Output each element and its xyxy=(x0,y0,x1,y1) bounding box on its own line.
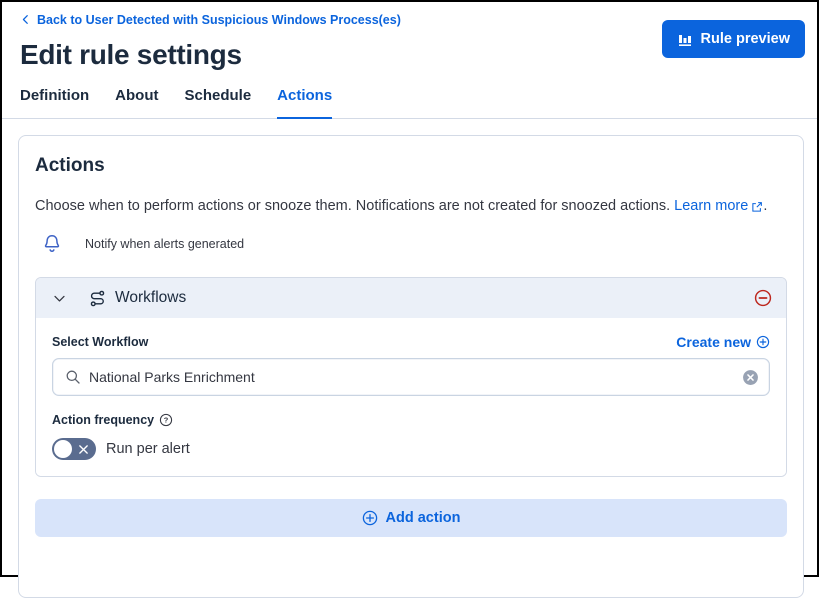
tab-actions[interactable]: Actions xyxy=(277,87,332,119)
workflows-accordion-header[interactable]: Workflows xyxy=(36,278,786,318)
notify-label: Notify when alerts generated xyxy=(85,237,244,251)
actions-heading: Actions xyxy=(35,155,787,177)
workflows-panel: Workflows Select Workflow Create new xyxy=(35,277,787,477)
page-header: Back to User Detected with Suspicious Wi… xyxy=(2,2,817,71)
back-link-label: Back to User Detected with Suspicious Wi… xyxy=(37,13,401,27)
workflow-icon xyxy=(89,290,106,307)
toggle-x-icon xyxy=(77,443,90,456)
tab-schedule[interactable]: Schedule xyxy=(184,87,251,119)
actions-description: Choose when to perform actions or snooze… xyxy=(35,196,787,217)
run-per-alert-row: Run per alert xyxy=(52,438,770,460)
workflow-search-field xyxy=(52,358,770,396)
remove-action-button[interactable] xyxy=(754,289,772,307)
run-per-alert-label: Run per alert xyxy=(106,441,190,457)
workflows-title: Workflows xyxy=(115,289,186,307)
notify-row: Notify when alerts generated xyxy=(35,234,787,254)
description-period: . xyxy=(763,198,767,214)
search-icon xyxy=(65,369,81,385)
learn-more-label: Learn more xyxy=(674,196,748,217)
actions-description-text: Choose when to perform actions or snooze… xyxy=(35,198,670,214)
clear-search-button[interactable] xyxy=(742,369,759,386)
learn-more-link[interactable]: Learn more xyxy=(674,196,763,217)
action-frequency-text: Action frequency xyxy=(52,413,154,427)
back-link[interactable]: Back to User Detected with Suspicious Wi… xyxy=(20,13,401,27)
bar-chart-icon xyxy=(677,31,693,47)
workflow-search-input[interactable] xyxy=(89,369,742,385)
rule-preview-button[interactable]: Rule preview xyxy=(662,20,805,58)
clear-icon xyxy=(742,369,759,386)
select-workflow-row: Select Workflow Create new xyxy=(52,334,770,350)
action-frequency-label: Action frequency ? xyxy=(52,413,173,427)
svg-text:?: ? xyxy=(164,416,169,425)
tab-bar: Definition About Schedule Actions xyxy=(2,87,817,119)
tab-definition[interactable]: Definition xyxy=(20,87,89,119)
chevron-left-icon xyxy=(20,14,31,25)
plus-circle-icon xyxy=(756,335,770,349)
toggle-knob xyxy=(54,440,72,458)
tab-about[interactable]: About xyxy=(115,87,158,119)
create-new-link[interactable]: Create new xyxy=(676,334,770,350)
chevron-down-icon xyxy=(53,292,66,305)
run-per-alert-toggle[interactable] xyxy=(52,438,96,460)
create-new-label: Create new xyxy=(676,334,751,350)
bell-icon xyxy=(43,234,61,254)
question-circle-icon[interactable]: ? xyxy=(159,413,173,427)
actions-card: Actions Choose when to perform actions o… xyxy=(18,135,804,598)
rule-preview-label: Rule preview xyxy=(701,31,790,47)
add-action-label: Add action xyxy=(386,510,461,526)
workflows-panel-body: Select Workflow Create new xyxy=(36,318,786,476)
add-action-button[interactable]: Add action xyxy=(35,499,787,537)
plus-circle-icon xyxy=(362,510,378,526)
minus-circle-icon xyxy=(754,289,772,307)
external-link-icon xyxy=(751,201,763,213)
select-workflow-label: Select Workflow xyxy=(52,335,148,349)
